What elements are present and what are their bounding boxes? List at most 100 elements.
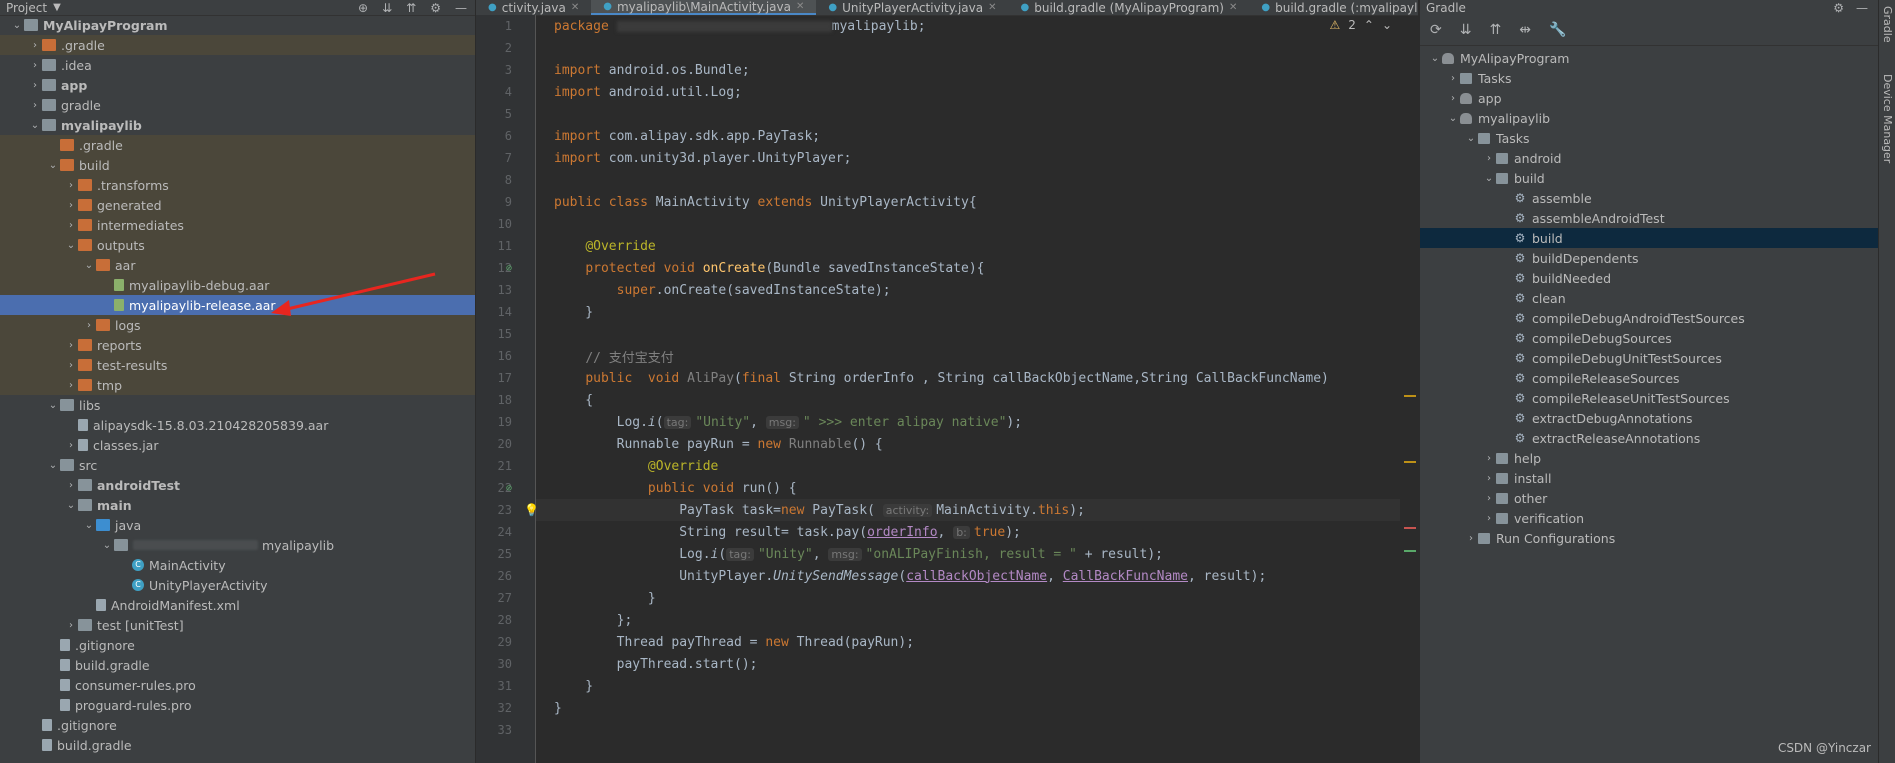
chevron-right-icon[interactable]: › bbox=[1446, 73, 1460, 84]
editor-tab[interactable]: ● myalipaylib\MainActivity.java ✕ bbox=[591, 0, 817, 15]
project-tree-item[interactable]: .gradle bbox=[0, 135, 475, 155]
project-tree-item[interactable]: › reports bbox=[0, 335, 475, 355]
code-line[interactable]: 26 UnityPlayer.UnitySendMessage(callBack… bbox=[498, 565, 1400, 587]
code-line[interactable]: 20 Runnable payRun = new Runnable() { bbox=[498, 433, 1400, 455]
close-icon[interactable]: ✕ bbox=[796, 1, 804, 12]
project-tree-item[interactable]: ⌄ libs bbox=[0, 395, 475, 415]
project-tree-item[interactable]: › .idea bbox=[0, 55, 475, 75]
code-line[interactable]: 33 bbox=[498, 719, 1400, 741]
gradle-tree-item[interactable]: › app bbox=[1420, 88, 1878, 108]
locate-icon[interactable]: ⊕ bbox=[358, 1, 368, 15]
chevron-right-icon[interactable]: › bbox=[28, 100, 42, 111]
gradle-tree-item[interactable]: ⌄ myalipaylib bbox=[1420, 108, 1878, 128]
close-icon[interactable]: ✕ bbox=[988, 2, 996, 13]
project-tree-item[interactable]: › app bbox=[0, 75, 475, 95]
chevron-down-icon[interactable]: ▼ bbox=[53, 2, 61, 13]
gradle-tree-item[interactable]: ⚙ compileReleaseSources bbox=[1420, 368, 1878, 388]
project-tree-item[interactable]: › test [unitTest] bbox=[0, 615, 475, 635]
gradle-tree-item[interactable]: › help bbox=[1420, 448, 1878, 468]
code-line[interactable]: 31 } bbox=[498, 675, 1400, 697]
chevron-right-icon[interactable]: › bbox=[64, 480, 78, 491]
gradle-tree-item[interactable]: ⚙ compileDebugUnitTestSources bbox=[1420, 348, 1878, 368]
editor-tab[interactable]: ● UnityPlayerActivity.java ✕ bbox=[816, 0, 1008, 15]
chevron-right-icon[interactable]: › bbox=[82, 320, 96, 331]
chevron-down-icon[interactable]: ⌄ bbox=[1446, 113, 1460, 124]
code-line[interactable]: 16 // 支付宝支付 bbox=[498, 345, 1400, 367]
chevron-down-icon[interactable]: ⌄ bbox=[46, 400, 60, 411]
code-line[interactable]: 21 @Override bbox=[498, 455, 1400, 477]
chevron-right-icon[interactable]: › bbox=[1482, 153, 1496, 164]
gradle-tree-item[interactable]: ⚙ build bbox=[1420, 228, 1878, 248]
project-title[interactable]: Project bbox=[6, 1, 47, 15]
project-tree-item[interactable]: ⌄ MyAlipayProgram bbox=[0, 15, 475, 35]
code-line[interactable]: 11 @Override bbox=[498, 235, 1400, 257]
collapse-all-icon[interactable]: ⇈ bbox=[406, 1, 416, 15]
project-tree-item[interactable]: ⌄ main bbox=[0, 495, 475, 515]
code-line[interactable]: 18 { bbox=[498, 389, 1400, 411]
error-stripe-mark[interactable] bbox=[1404, 527, 1416, 529]
gradle-tree-item[interactable]: ⚙ buildNeeded bbox=[1420, 268, 1878, 288]
chevron-right-icon[interactable]: › bbox=[1482, 453, 1496, 464]
code-line[interactable]: 12 ⊙ protected void onCreate(Bundle saved… bbox=[498, 257, 1400, 279]
chevron-right-icon[interactable]: › bbox=[64, 620, 78, 631]
project-tree-item[interactable]: › androidTest bbox=[0, 475, 475, 495]
chevron-down-icon[interactable]: ⌄ bbox=[100, 540, 114, 551]
gradle-tree-item[interactable]: ⚙ compileDebugAndroidTestSources bbox=[1420, 308, 1878, 328]
chevron-right-icon[interactable]: › bbox=[28, 80, 42, 91]
gradle-tree-item[interactable]: ⚙ compileDebugSources bbox=[1420, 328, 1878, 348]
code-line[interactable]: 23 💡 PayTask task=new PayTask( activity: M… bbox=[498, 499, 1400, 521]
project-tree-item[interactable]: ⌄ java bbox=[0, 515, 475, 535]
chevron-down-icon[interactable]: ⌄ bbox=[82, 520, 96, 531]
editor-tab[interactable]: ●build.gradle (:myalipaylib)✕ bbox=[1249, 0, 1418, 15]
code-line[interactable]: 9 public class MainActivity extends Unity… bbox=[505, 191, 1400, 213]
code-line[interactable]: 22 ⊙ public void run() { bbox=[498, 477, 1400, 499]
project-tree-item[interactable]: AndroidManifest.xml bbox=[0, 595, 475, 615]
code-line[interactable]: 30 payThread.start(); bbox=[498, 653, 1400, 675]
editor-tab[interactable]: ● ctivity.java ✕ bbox=[476, 0, 591, 15]
code-line[interactable]: 6 import com.alipay.sdk.app.PayTask; bbox=[505, 125, 1400, 147]
chevron-right-icon[interactable]: › bbox=[28, 60, 42, 71]
project-tree-item[interactable]: › generated bbox=[0, 195, 475, 215]
project-tree-item[interactable]: build.gradle bbox=[0, 735, 475, 755]
project-tree-item[interactable]: .gitignore bbox=[0, 715, 475, 735]
gear-icon[interactable]: ⚙ bbox=[430, 1, 441, 15]
chevron-right-icon[interactable]: › bbox=[64, 180, 78, 191]
chevron-down-icon[interactable]: ⌄ bbox=[1428, 53, 1442, 64]
project-tree-item[interactable]: ⌄ myalipaylib bbox=[0, 115, 475, 135]
chevron-right-icon[interactable]: › bbox=[64, 360, 78, 371]
chevron-right-icon[interactable]: › bbox=[1482, 473, 1496, 484]
collapse-all-icon[interactable]: ⇈ bbox=[1489, 22, 1501, 38]
device-manager-tool-button[interactable]: Device Manager bbox=[1881, 74, 1894, 163]
error-stripe-mark[interactable] bbox=[1404, 461, 1416, 463]
gradle-tree-item[interactable]: ⌄ build bbox=[1420, 168, 1878, 188]
gradle-tree-item[interactable]: › other bbox=[1420, 488, 1878, 508]
chevron-down-icon[interactable]: ⌄ bbox=[64, 240, 78, 251]
project-tree-item[interactable]: alipaysdk-15.8.03.210428205839.aar bbox=[0, 415, 475, 435]
project-tree-item[interactable]: build.gradle bbox=[0, 655, 475, 675]
code-line[interactable]: 10 bbox=[498, 213, 1400, 235]
gear-icon[interactable]: ⚙ bbox=[1833, 1, 1844, 15]
code-line[interactable]: 15 bbox=[498, 323, 1400, 345]
chevron-right-icon[interactable]: › bbox=[28, 40, 42, 51]
code-line[interactable]: 25 Log.i(tag: "Unity", msg: "onALIPayFinis… bbox=[498, 543, 1400, 565]
gradle-tree-item[interactable]: ⚙ extractDebugAnnotations bbox=[1420, 408, 1878, 428]
project-tree-item[interactable]: .gitignore bbox=[0, 635, 475, 655]
project-tree-item[interactable]: › tmp bbox=[0, 375, 475, 395]
code-line[interactable]: 24 String result= task.pay(orderInfo, b:… bbox=[498, 521, 1400, 543]
chevron-right-icon[interactable]: › bbox=[1446, 93, 1460, 104]
close-icon[interactable]: ✕ bbox=[1229, 2, 1237, 13]
project-tree-item[interactable]: ⌄ outputs bbox=[0, 235, 475, 255]
project-tree-item[interactable]: consumer-rules.pro bbox=[0, 675, 475, 695]
close-icon[interactable]: ✕ bbox=[571, 2, 579, 13]
gradle-tree-item[interactable]: ⌄ MyAlipayProgram bbox=[1420, 48, 1878, 68]
error-stripe-mark[interactable] bbox=[1404, 395, 1416, 397]
code-line[interactable]: 8 bbox=[505, 169, 1400, 191]
chevron-down-icon[interactable]: ⌄ bbox=[28, 120, 42, 131]
chevron-right-icon[interactable]: › bbox=[64, 220, 78, 231]
code-line[interactable]: 4 import android.util.Log; bbox=[505, 81, 1400, 103]
chevron-down-icon[interactable]: ⌄ bbox=[64, 500, 78, 511]
expand-all-icon[interactable]: ⇊ bbox=[1460, 22, 1472, 38]
chevron-down-icon[interactable]: ⌄ bbox=[46, 160, 60, 171]
code-line[interactable]: 27 } bbox=[498, 587, 1400, 609]
project-tree-item[interactable]: C MainActivity bbox=[0, 555, 475, 575]
